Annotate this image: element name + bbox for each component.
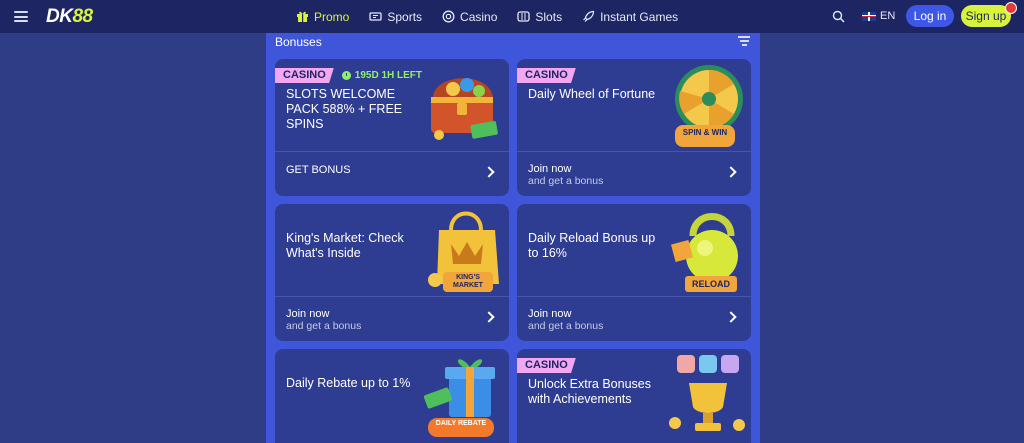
card-title: Daily Wheel of Fortune <box>528 87 656 101</box>
join-now-link[interactable]: Join now and get a bonus <box>528 163 603 187</box>
chevron-right-icon[interactable] <box>483 311 495 323</box>
card-divider <box>275 296 509 297</box>
gift-icon <box>296 10 309 23</box>
trophy-image <box>669 355 745 431</box>
category-tag: CASINO <box>275 68 334 83</box>
panel-title: Bonuses <box>275 35 322 49</box>
clock-icon <box>341 71 351 80</box>
card-title: King's Market: Check What's Inside <box>286 231 404 260</box>
daily-rebate-badge: DAILY REBATE <box>428 418 494 437</box>
menu-icon[interactable] <box>14 11 28 22</box>
nav-item-promo[interactable]: Promo <box>296 10 349 24</box>
category-tag: CASINO <box>517 68 576 83</box>
card-divider <box>275 151 509 152</box>
slot-icon <box>517 10 531 23</box>
card-divider <box>517 151 751 152</box>
nav-item-slots[interactable]: Slots <box>517 10 562 24</box>
bonus-card[interactable]: CASINO 195D 1H LEFT SLOTS WELCOME PACK 5… <box>275 59 509 196</box>
signup-button[interactable]: Sign up <box>961 5 1011 27</box>
bonuses-panel: Bonuses CASINO 195D 1H LEFT SLOTS WELCOM… <box>266 33 760 443</box>
chip-icon <box>442 10 455 23</box>
chevron-right-icon[interactable] <box>725 311 737 323</box>
gift-badge-icon <box>1005 2 1017 14</box>
nav-item-instant-games[interactable]: Instant Games <box>582 10 678 24</box>
get-bonus-link[interactable]: GET BONUS <box>286 164 351 176</box>
treasure-chest-image <box>431 78 498 140</box>
bonus-card[interactable]: Daily Reload Bonus up to 16% RELOAD Join… <box>517 204 751 341</box>
filter-icon[interactable] <box>738 36 750 47</box>
nav-item-sports[interactable]: Sports <box>369 10 422 24</box>
reload-badge: RELOAD <box>685 276 737 292</box>
rocket-icon <box>582 10 595 23</box>
card-tags: CASINO 195D 1H LEFT <box>275 68 422 83</box>
bonus-card[interactable]: King's Market: Check What's Inside KING'… <box>275 204 509 341</box>
bonus-card[interactable]: CASINO Daily Wheel of Fortune SPIN & WIN… <box>517 59 751 196</box>
ticket-icon <box>369 10 382 23</box>
login-button[interactable]: Log in <box>906 5 954 27</box>
uk-flag-icon <box>862 11 876 21</box>
language-selector[interactable]: EN <box>862 10 895 22</box>
spin-win-badge: SPIN & WIN <box>675 125 735 147</box>
card-title: Daily Reload Bonus up to 16% <box>528 231 656 260</box>
join-now-link[interactable]: Join now and get a bonus <box>528 308 603 332</box>
card-divider <box>517 296 751 297</box>
logo[interactable]: DK88 <box>46 6 93 28</box>
kings-market-badge: KING'S MARKET <box>443 272 493 292</box>
card-title: Unlock Extra Bonuses with Achievements <box>528 377 651 406</box>
card-title: Daily Rebate up to 1% <box>286 376 411 390</box>
category-tag: CASINO <box>517 358 576 373</box>
bonus-card[interactable]: CASINO Unlock Extra Bonuses with Achieve… <box>517 349 751 443</box>
nav-item-casino[interactable]: Casino <box>442 10 497 24</box>
join-now-link[interactable]: Join now and get a bonus <box>286 308 361 332</box>
card-title: SLOTS WELCOME PACK 588% + FREE SPINS <box>286 87 403 131</box>
search-icon[interactable] <box>832 10 845 23</box>
top-navigation-bar: DK88 Promo Sports Casino Slots Instant G… <box>0 0 1024 33</box>
card-tags: CASINO <box>517 68 576 83</box>
countdown-timer: 195D 1H LEFT <box>341 70 422 81</box>
chevron-right-icon[interactable] <box>725 166 737 178</box>
bonus-card[interactable]: Daily Rebate up to 1% DAILY REBATE <box>275 349 509 443</box>
chevron-right-icon[interactable] <box>483 166 495 178</box>
card-tags: CASINO <box>517 358 576 373</box>
main-nav: Promo Sports Casino Slots Instant Games <box>296 0 698 33</box>
